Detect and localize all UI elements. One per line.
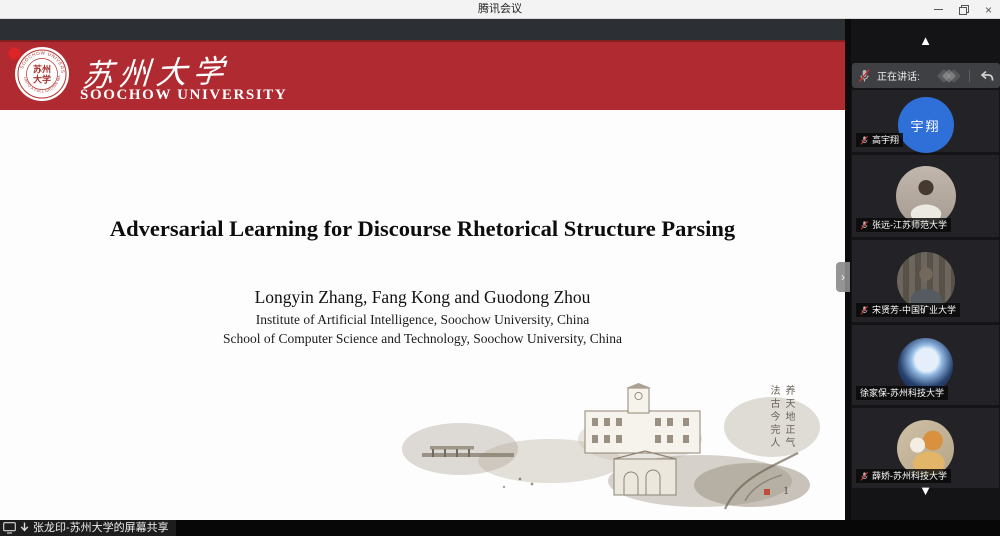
share-label: 张龙印-苏州大学的屏幕共享 (33, 520, 169, 536)
participants-sidebar: ▲ 正在讲话: 宇翔 (851, 19, 1000, 520)
slide-affiliation-2: School of Computer Science and Technolog… (0, 331, 845, 347)
participant-tile[interactable]: 宇翔 高宇翔 (852, 90, 999, 152)
reply-back-arrow-icon[interactable] (980, 70, 994, 82)
mic-muted-icon (860, 305, 869, 316)
participant-name-tag: 宋贤芳-中国矿业大学 (856, 303, 960, 317)
participant-name-tag: 徐家保-苏州科技大学 (856, 386, 948, 400)
minimize-icon[interactable] (934, 9, 943, 10)
shared-screen-region: SOOCHOW UNIVERSITY UNTO A FULL GROWN MAN… (0, 19, 851, 520)
participant-tile[interactable]: 宋贤芳-中国矿业大学 (852, 240, 999, 322)
mic-muted-icon (860, 135, 869, 146)
close-icon[interactable]: × (985, 4, 992, 16)
restore-icon[interactable] (959, 5, 969, 15)
slide-affiliation-1: Institute of Artificial Intelligence, So… (0, 312, 845, 328)
mic-muted-icon (858, 69, 871, 83)
participant-tile[interactable]: 薛娇-苏州科技大学 (852, 408, 999, 488)
avatar: 宇翔 (898, 97, 954, 153)
window-controls: × (934, 0, 992, 19)
slide-title: Adversarial Learning for Discourse Rheto… (0, 216, 845, 242)
slide-authors: Longyin Zhang, Fang Kong and Guodong Zho… (0, 287, 845, 308)
campus-inkwash-watermark (400, 383, 825, 513)
participant-tile[interactable]: 徐家保-苏州科技大学 (852, 325, 999, 405)
record-dot-indicator (9, 48, 20, 59)
avatar (897, 252, 955, 310)
university-motto-calligraphy: 养天地正气 法古今完人 (766, 385, 796, 495)
scroll-up-button[interactable]: ▲ (851, 33, 1000, 48)
participant-name: 张远-江苏师范大学 (872, 218, 947, 232)
artist-seal-icon (764, 489, 770, 495)
participant-name-tag: 高宇翔 (856, 133, 903, 147)
participant-name: 徐家保-苏州科技大学 (860, 386, 944, 400)
university-banner: SOOCHOW UNIVERSITY UNTO A FULL GROWN MAN… (0, 40, 845, 110)
svg-text:大学: 大学 (33, 74, 51, 85)
participant-name: 宋贤芳-中国矿业大学 (872, 303, 956, 317)
speaking-indicator-bar: 正在讲话: (852, 63, 1000, 88)
slide-page-number: 1 (776, 483, 796, 498)
mic-muted-icon (860, 220, 869, 231)
avatar (898, 338, 953, 393)
participant-name: 薛娇-苏州科技大学 (872, 469, 947, 483)
bar-divider (969, 70, 970, 82)
presentation-slide: SOOCHOW UNIVERSITY UNTO A FULL GROWN MAN… (0, 40, 845, 520)
scroll-down-button[interactable]: ▼ (851, 483, 1000, 498)
status-bar: 张龙印-苏州大学的屏幕共享 (0, 520, 1000, 536)
meeting-window: 腾讯会议 × SOOCHOW UNIV (0, 0, 1000, 536)
participant-name-tag: 张远-江苏师范大学 (856, 218, 951, 232)
screen-share-indicator[interactable]: 张龙印-苏州大学的屏幕共享 (0, 520, 176, 536)
chevron-right-icon: › (841, 271, 845, 283)
university-name-english: SOOCHOW UNIVERSITY (80, 87, 287, 104)
participant-name-tag: 薛娇-苏州科技大学 (856, 469, 951, 483)
avatar (897, 420, 954, 477)
avatar (896, 166, 956, 226)
layout-diamonds-icon[interactable] (939, 71, 959, 81)
svg-text:苏州: 苏州 (33, 64, 51, 75)
sidebar-collapse-handle[interactable]: › (836, 262, 850, 292)
window-titlebar: 腾讯会议 × (0, 0, 1000, 19)
university-seal-logo: SOOCHOW UNIVERSITY UNTO A FULL GROWN MAN… (14, 46, 70, 102)
mic-muted-icon (860, 471, 869, 482)
monitor-icon (3, 522, 16, 534)
participant-tile[interactable]: 张远-江苏师范大学 (852, 155, 999, 237)
participant-name: 高宇翔 (872, 133, 899, 147)
shared-app-chrome-strip (0, 19, 845, 40)
speaking-label: 正在讲话: (877, 68, 920, 83)
window-title: 腾讯会议 (0, 0, 1000, 19)
arrow-down-icon (20, 522, 29, 534)
